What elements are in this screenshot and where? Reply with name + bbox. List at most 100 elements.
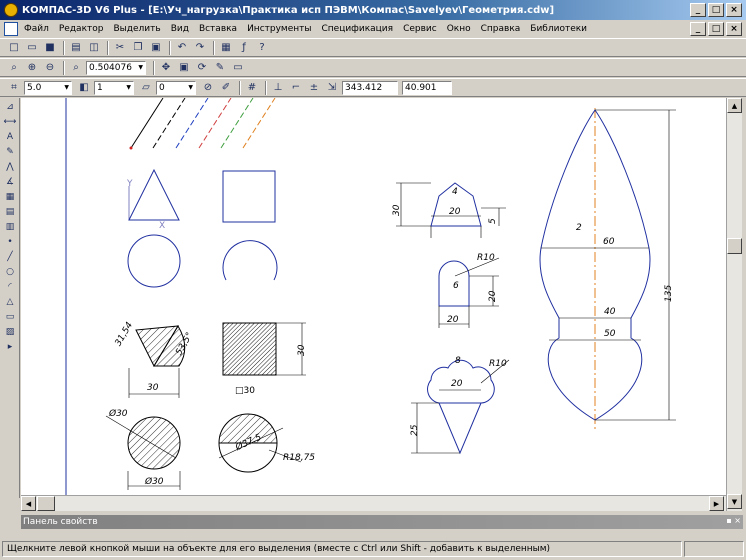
property-panel-controls[interactable]: ▪ ×: [726, 516, 741, 525]
dropdown-arrow-icon[interactable]: ▼: [138, 62, 143, 74]
geometry-icon[interactable]: ⊿: [2, 100, 18, 113]
edit-icon[interactable]: ✎: [2, 145, 18, 158]
parametrize-icon[interactable]: ⋀: [2, 160, 18, 173]
arc-icon[interactable]: ◜: [2, 280, 18, 293]
paste-icon[interactable]: ▣: [148, 40, 164, 55]
menu-select[interactable]: Выделить: [113, 24, 160, 34]
circle-shape[interactable]: [127, 234, 181, 288]
select-icon[interactable]: ▦: [2, 190, 18, 203]
horizontal-scrollbar[interactable]: ◀ ▶: [21, 495, 726, 511]
layers-icon[interactable]: ▭: [230, 60, 246, 75]
menu-tools[interactable]: Инструменты: [247, 24, 311, 34]
scroll-down-icon[interactable]: ▼: [727, 494, 742, 509]
grid-step-icon[interactable]: ⌗: [6, 80, 22, 95]
dropdown-arrow-icon[interactable]: ▼: [64, 82, 69, 94]
zoom-scale-icon[interactable]: ⌕: [68, 60, 84, 75]
snap-icon[interactable]: ⊘: [200, 80, 216, 95]
print-icon[interactable]: ▤: [68, 40, 84, 55]
menu-file[interactable]: Файл: [24, 24, 49, 34]
hatch-icon[interactable]: ▨: [2, 325, 18, 338]
step-field[interactable]: 5.0 ▼: [24, 80, 72, 95]
vase-shape[interactable]: 2 60 40 50 135: [539, 108, 676, 430]
vertical-scrollbar[interactable]: ▲ ▼: [726, 98, 742, 511]
arc-shape[interactable]: [222, 240, 278, 281]
properties-icon[interactable]: ▦: [218, 40, 234, 55]
dimensions-icon[interactable]: ⟷: [2, 115, 18, 128]
cut-icon[interactable]: ✂: [112, 40, 128, 55]
more-icon[interactable]: ▸: [2, 340, 18, 353]
report-icon[interactable]: ▥: [2, 220, 18, 233]
doc-close-button[interactable]: ×: [726, 22, 742, 36]
menu-libraries[interactable]: Библиотеки: [530, 24, 587, 34]
triangle-shape[interactable]: Y X: [126, 168, 180, 231]
document-icon[interactable]: [4, 22, 18, 36]
close-button[interactable]: ×: [726, 3, 742, 17]
line-icon[interactable]: ╱: [2, 250, 18, 263]
drawing-svg[interactable]: Y X 30 31,54 53,5° 30 □30 Ø30 Ø30 Ø37,5 …: [21, 98, 726, 495]
pentagon-shape[interactable]: 4 20 30 5: [392, 182, 506, 238]
doc-minimize-button[interactable]: _: [690, 22, 706, 36]
scroll-thumb[interactable]: [727, 238, 742, 254]
rectangle-icon[interactable]: ▭: [2, 310, 18, 323]
round-icon[interactable]: ±: [306, 80, 322, 95]
spec-icon[interactable]: ▤: [2, 205, 18, 218]
hatched-circle[interactable]: Ø30 Ø30: [105, 408, 181, 490]
point-icon[interactable]: •: [2, 235, 18, 248]
menu-view[interactable]: Вид: [171, 24, 189, 34]
line-styles-sample[interactable]: [129, 98, 276, 150]
style-icon[interactable]: ▱: [138, 80, 154, 95]
scroll-right-icon[interactable]: ▶: [709, 496, 724, 511]
notation-icon[interactable]: A: [2, 130, 18, 143]
square-shape[interactable]: [222, 170, 276, 223]
coord-x-field[interactable]: 343.412: [342, 80, 398, 95]
scroll-up-icon[interactable]: ▲: [727, 98, 742, 113]
layer-field[interactable]: 1 ▼: [94, 80, 134, 95]
scroll-left-icon[interactable]: ◀: [21, 496, 36, 511]
arch-shape[interactable]: 6 R10 20 20: [438, 253, 500, 328]
hatched-square[interactable]: 30 □30: [222, 322, 307, 396]
zoom-in-icon[interactable]: ⊕: [24, 60, 40, 75]
menu-insert[interactable]: Вставка: [199, 24, 237, 34]
refresh-icon[interactable]: ⟳: [194, 60, 210, 75]
zoom-field[interactable]: 0.504076 ▼: [86, 60, 146, 75]
hatched-half-circle[interactable]: Ø37,5 R18,75: [218, 413, 315, 473]
redo-icon[interactable]: ↷: [192, 40, 208, 55]
redraw-icon[interactable]: ✎: [212, 60, 228, 75]
copy-icon[interactable]: ❐: [130, 40, 146, 55]
ortho-icon[interactable]: ⌐: [288, 80, 304, 95]
new-file-icon[interactable]: □: [6, 40, 22, 55]
circle-icon[interactable]: ○: [2, 265, 18, 278]
scroll-thumb-horizontal[interactable]: [37, 496, 55, 511]
pan-icon[interactable]: ✥: [158, 60, 174, 75]
dropdown-arrow-icon[interactable]: ▼: [126, 82, 131, 94]
polygon-icon[interactable]: △: [2, 295, 18, 308]
maximize-button[interactable]: □: [708, 3, 724, 17]
icecream-shape[interactable]: 8 20 R10 25: [410, 356, 510, 455]
show-all-icon[interactable]: ▣: [176, 60, 192, 75]
preview-icon[interactable]: ◫: [86, 40, 102, 55]
snap-settings-icon[interactable]: ✐: [218, 80, 234, 95]
open-file-icon[interactable]: ▭: [24, 40, 40, 55]
dropdown-arrow-icon[interactable]: ▼: [188, 82, 193, 94]
undo-icon[interactable]: ↶: [174, 40, 190, 55]
drawing-canvas[interactable]: Y X 30 31,54 53,5° 30 □30 Ø30 Ø30 Ø37,5 …: [21, 98, 726, 495]
variables-icon[interactable]: ƒ: [236, 40, 252, 55]
doc-maximize-button[interactable]: □: [708, 22, 724, 36]
hatched-sector[interactable]: 30 31,54 53,5°: [114, 320, 196, 398]
help-pointer-icon[interactable]: ?: [254, 40, 270, 55]
style-field[interactable]: 0 ▼: [156, 80, 196, 95]
menu-editor[interactable]: Редактор: [59, 24, 104, 34]
minimize-button[interactable]: _: [690, 3, 706, 17]
zoom-window-icon[interactable]: ⌕: [6, 60, 22, 75]
local-cs-icon[interactable]: ⊥: [270, 80, 286, 95]
save-icon[interactable]: ■: [42, 40, 58, 55]
menu-help[interactable]: Справка: [481, 24, 521, 34]
menu-service[interactable]: Сервис: [403, 24, 437, 34]
layer-icon[interactable]: ◧: [76, 80, 92, 95]
grid-icon[interactable]: #: [244, 80, 260, 95]
menu-window[interactable]: Окно: [447, 24, 471, 34]
measure-icon[interactable]: ∡: [2, 175, 18, 188]
zoom-out-icon[interactable]: ⊖: [42, 60, 58, 75]
coord-y-field[interactable]: 40.901: [402, 80, 452, 95]
menu-specification[interactable]: Спецификация: [321, 24, 393, 34]
